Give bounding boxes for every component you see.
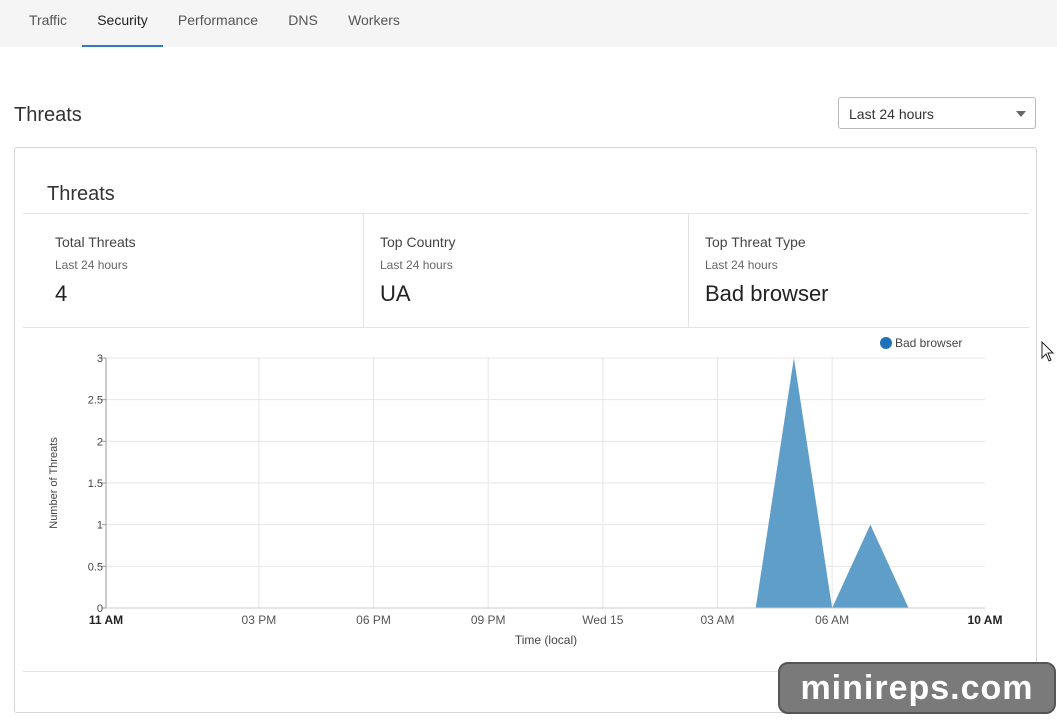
x-tick-label: 03 AM [700, 613, 734, 627]
legend-swatch[interactable] [880, 337, 892, 349]
x-tick-label: Wed 15 [582, 613, 623, 627]
y-tick-label: 1.5 [88, 478, 103, 490]
tab-workers[interactable]: Workers [340, 0, 408, 47]
legend-label[interactable]: Bad browser [895, 336, 962, 350]
threats-chart: 00.511.522.5311 AM 03 PM 06 PM 09 PM Wed 15 0… [48, 336, 1003, 647]
mouse-cursor-icon [1041, 341, 1055, 362]
y-tick-label: 2 [97, 436, 103, 448]
x-tick-label: 03 PM [242, 613, 277, 627]
x-axis-label: Time (local) [515, 633, 577, 647]
y-tick-label: 1 [97, 520, 103, 532]
tab-performance[interactable]: Performance [170, 0, 266, 47]
y-tick-label: 3 [97, 353, 103, 365]
tab-dns[interactable]: DNS [278, 0, 328, 47]
x-tick-label: 11 AM [89, 613, 123, 627]
tab-bar: Traffic Security Performance DNS Workers [0, 0, 1057, 47]
threats-card: Threats Total Threats Last 24 hours 4 To… [14, 147, 1037, 713]
x-tick-label: 06 PM [356, 613, 391, 627]
y-tick-label: 0.5 [88, 561, 103, 573]
time-range-value: Last 24 hours [849, 106, 934, 122]
x-tick-label: 09 PM [471, 613, 506, 627]
watermark-logo: minireps.com [778, 662, 1056, 714]
tab-traffic[interactable]: Traffic [18, 0, 78, 47]
y-tick-label: 2.5 [88, 395, 103, 407]
y-axis-label: Number of Threats [48, 437, 60, 529]
page-title: Threats [14, 104, 82, 126]
tab-security[interactable]: Security [82, 0, 163, 47]
x-tick-label: 10 AM [968, 613, 1003, 627]
chevron-down-icon [1016, 111, 1026, 117]
x-tick-label: 06 AM [815, 613, 849, 627]
chart-legend[interactable]: Bad browser [880, 336, 962, 350]
time-range-select[interactable]: Last 24 hours [838, 97, 1036, 129]
